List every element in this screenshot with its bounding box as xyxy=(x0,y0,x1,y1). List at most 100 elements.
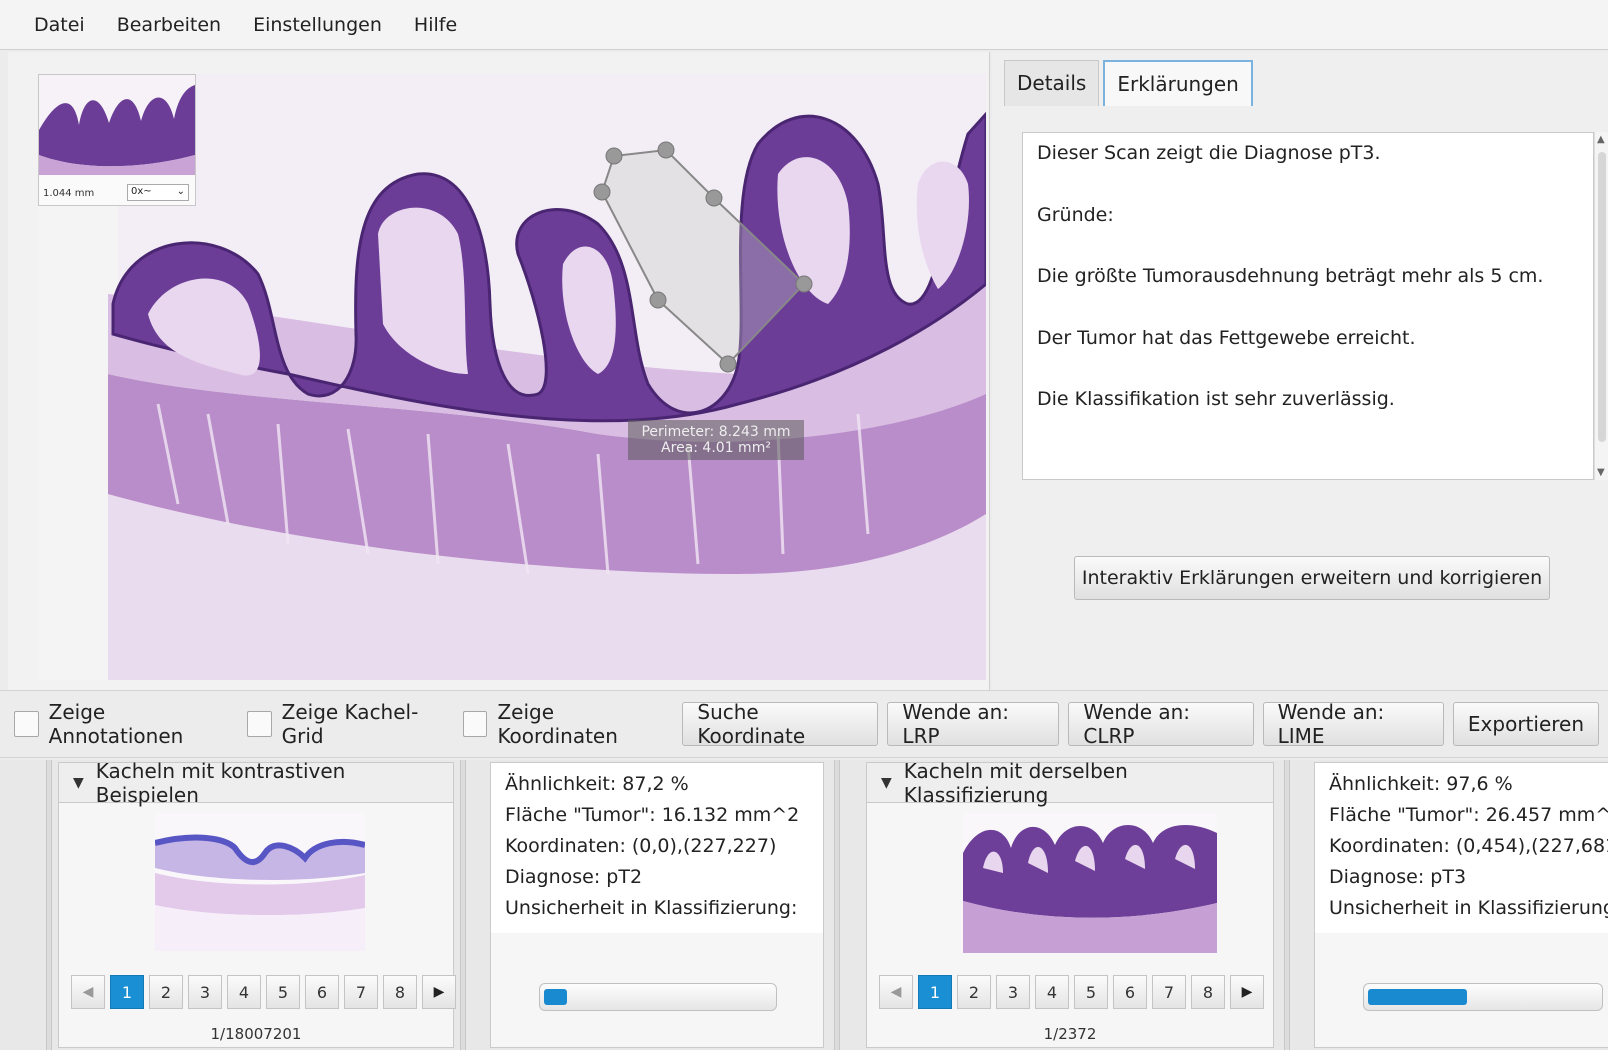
measure-perimeter: Perimeter: 8.243 mm xyxy=(641,424,791,440)
checkbox-box[interactable] xyxy=(247,711,272,737)
diagnosis-value: Diagnose: pT3 xyxy=(1329,866,1467,888)
explanation-line: Dieser Scan zeigt die Diagnose pT3. xyxy=(1037,142,1381,164)
checkbox-label: Zeige Koordinaten xyxy=(497,700,618,748)
explanation-text-area[interactable]: Dieser Scan zeigt die Diagnose pT3. Grün… xyxy=(1022,132,1594,480)
uncertainty-label: Unsicherheit in Klassifizierung: xyxy=(1329,897,1608,919)
overview-scale-label: 1.044 mm xyxy=(43,188,95,199)
overview-image xyxy=(39,75,195,175)
tab-erklaerungen[interactable]: Erklärungen xyxy=(1103,60,1253,106)
same-class-info-panel: Ähnlichkeit: 97,6 % Fläche "Tumor": 26.4… xyxy=(1314,762,1608,1048)
checkbox-box[interactable] xyxy=(462,711,488,737)
explanation-panel: Details Erklärungen Dieser Scan zeigt di… xyxy=(992,52,1608,690)
interactive-explanations-button[interactable]: Interaktiv Erklärungen erweitern und kor… xyxy=(1074,556,1550,600)
coordinates-value: Koordinaten: (0,454),(227,681) xyxy=(1329,835,1608,857)
panel-divider[interactable] xyxy=(834,760,840,1050)
measure-area: Area: 4.01 mm² xyxy=(661,440,771,456)
similarity-value: Ähnlichkeit: 87,2 % xyxy=(505,773,689,795)
tab-details[interactable]: Details xyxy=(1004,60,1100,106)
toolbar: Zeige Annotationen Zeige Kachel-Grid Zei… xyxy=(0,690,1608,758)
menu-datei[interactable]: Datei xyxy=(18,14,101,36)
prev-page-icon[interactable]: ◀ xyxy=(71,975,105,1009)
export-button[interactable]: Exportieren xyxy=(1452,702,1600,746)
contrastive-info-text: Ähnlichkeit: 87,2 % Fläche "Tumor": 16.1… xyxy=(491,763,823,933)
panel-divider[interactable] xyxy=(1284,760,1290,1050)
menu-einstellungen[interactable]: Einstellungen xyxy=(237,14,398,36)
page-3[interactable]: 3 xyxy=(188,975,222,1009)
collapse-triangle-icon[interactable]: ▼ xyxy=(881,775,892,791)
page-7[interactable]: 7 xyxy=(344,975,378,1009)
checkbox-box[interactable] xyxy=(14,711,39,737)
page-7[interactable]: 7 xyxy=(1152,975,1186,1009)
overview-thumbnail[interactable]: 1.044 mm 0x~ ⌄ xyxy=(38,74,196,206)
menu-bearbeiten[interactable]: Bearbeiten xyxy=(101,14,237,36)
apply-clrp-button[interactable]: Wende an: CLRP xyxy=(1068,700,1254,748)
collapse-triangle-icon[interactable]: ▼ xyxy=(73,775,84,791)
page-4[interactable]: 4 xyxy=(227,975,261,1009)
chevron-down-icon: ⌄ xyxy=(176,186,185,197)
show-annotations-checkbox[interactable]: Zeige Annotationen xyxy=(14,700,235,748)
contrastive-pager: ◀ 1 2 3 4 5 6 7 8 ▶ xyxy=(71,975,461,1009)
contrastive-tiles-title: Kacheln mit kontrastiven Beispielen xyxy=(95,758,346,807)
same-class-tiles-panel: ▼ Kacheln mit derselben Klassifizierung … xyxy=(866,759,1274,1048)
uncertainty-progress-fill xyxy=(544,989,567,1005)
page-6[interactable]: 6 xyxy=(1113,975,1147,1009)
similar-tiles-area: ▼ Kacheln mit kontrastiven Beispielen ◀ … xyxy=(0,759,1608,1050)
overview-zoom-select[interactable]: 0x~ ⌄ xyxy=(127,184,189,201)
panel-divider[interactable] xyxy=(460,760,466,1050)
explanation-line: Gründe: xyxy=(1037,203,1114,226)
show-coordinates-checkbox[interactable]: Zeige Koordinaten xyxy=(462,700,671,748)
scroll-up-icon[interactable]: ▲ xyxy=(1597,134,1605,145)
explanation-scrollbar[interactable]: ▲ ▼ xyxy=(1594,132,1608,480)
same-class-pager: ◀ 1 2 3 4 5 6 7 8 ▶ xyxy=(879,975,1269,1009)
uncertainty-progress-bar xyxy=(539,983,777,1011)
checkbox-label: Zeige Kachel-Grid xyxy=(281,700,419,748)
prev-page-icon[interactable]: ◀ xyxy=(879,975,913,1009)
show-tile-grid-checkbox[interactable]: Zeige Kachel-Grid xyxy=(247,700,451,748)
next-page-icon[interactable]: ▶ xyxy=(1230,975,1264,1009)
same-class-info-text: Ähnlichkeit: 97,6 % Fläche "Tumor": 26.4… xyxy=(1315,763,1608,933)
contrastive-tile-image[interactable] xyxy=(155,813,365,951)
scrollbar-thumb[interactable] xyxy=(1598,152,1606,442)
page-6[interactable]: 6 xyxy=(305,975,339,1009)
menu-hilfe[interactable]: Hilfe xyxy=(398,14,473,36)
page-4[interactable]: 4 xyxy=(1035,975,1069,1009)
menu-bar: Datei Bearbeiten Einstellungen Hilfe xyxy=(0,0,1608,50)
coordinates-value: Koordinaten: (0,0),(227,227) xyxy=(505,835,777,857)
contrastive-info-panel: Ähnlichkeit: 87,2 % Fläche "Tumor": 16.1… xyxy=(490,762,824,1048)
contrastive-tiles-header[interactable]: ▼ Kacheln mit kontrastiven Beispielen xyxy=(59,759,453,807)
page-1[interactable]: 1 xyxy=(918,975,952,1009)
panel-divider[interactable] xyxy=(46,760,52,1050)
diagnosis-value: Diagnose: pT2 xyxy=(505,866,643,888)
same-class-tiles-header[interactable]: ▼ Kacheln mit derselben Klassifizierung xyxy=(867,759,1273,807)
page-2[interactable]: 2 xyxy=(957,975,991,1009)
slide-viewer[interactable]: 1.044 mm 0x~ ⌄ Perimeter: 8.243 mm Area:… xyxy=(8,52,990,690)
same-class-tiles-title: Kacheln mit derselben Klassifizierung xyxy=(903,758,1128,807)
measurement-tooltip: Perimeter: 8.243 mm Area: 4.01 mm² xyxy=(628,420,804,460)
page-8[interactable]: 8 xyxy=(1191,975,1225,1009)
search-coordinate-button[interactable]: Suche Koordinate xyxy=(682,700,879,748)
explanation-line: Die Klassifikation ist sehr zuverlässig. xyxy=(1037,388,1395,410)
tumor-area-value: Fläche "Tumor": 16.132 mm^2 xyxy=(505,804,800,826)
same-class-tile-image[interactable] xyxy=(963,813,1217,953)
page-8[interactable]: 8 xyxy=(383,975,417,1009)
tumor-area-value: Fläche "Tumor": 26.457 mm^2 xyxy=(1329,804,1608,826)
page-5[interactable]: 5 xyxy=(1074,975,1108,1009)
uncertainty-progress-bar xyxy=(1363,983,1603,1011)
same-class-counter: 1/2372 xyxy=(1043,1025,1097,1043)
page-5[interactable]: 5 xyxy=(266,975,300,1009)
tab-bar: Details Erklärungen xyxy=(1004,60,1257,106)
apply-lrp-button[interactable]: Wende an: LRP xyxy=(887,700,1060,748)
contrastive-tiles-panel: ▼ Kacheln mit kontrastiven Beispielen ◀ … xyxy=(58,759,456,1048)
overview-zoom-value: 0x~ xyxy=(131,186,152,197)
uncertainty-progress-fill xyxy=(1368,989,1467,1005)
scroll-down-icon[interactable]: ▼ xyxy=(1597,467,1605,478)
checkbox-label: Zeige Annotationen xyxy=(48,700,184,748)
page-2[interactable]: 2 xyxy=(149,975,183,1009)
explanation-line: Der Tumor hat das Fettgewebe erreicht. xyxy=(1037,326,1416,349)
apply-lime-button[interactable]: Wende an: LIME xyxy=(1262,700,1444,748)
page-3[interactable]: 3 xyxy=(996,975,1030,1009)
similarity-value: Ähnlichkeit: 97,6 % xyxy=(1329,773,1513,795)
next-page-icon[interactable]: ▶ xyxy=(422,975,456,1009)
page-1[interactable]: 1 xyxy=(110,975,144,1009)
explanation-line: Die größte Tumorausdehnung beträgt mehr … xyxy=(1037,265,1544,287)
